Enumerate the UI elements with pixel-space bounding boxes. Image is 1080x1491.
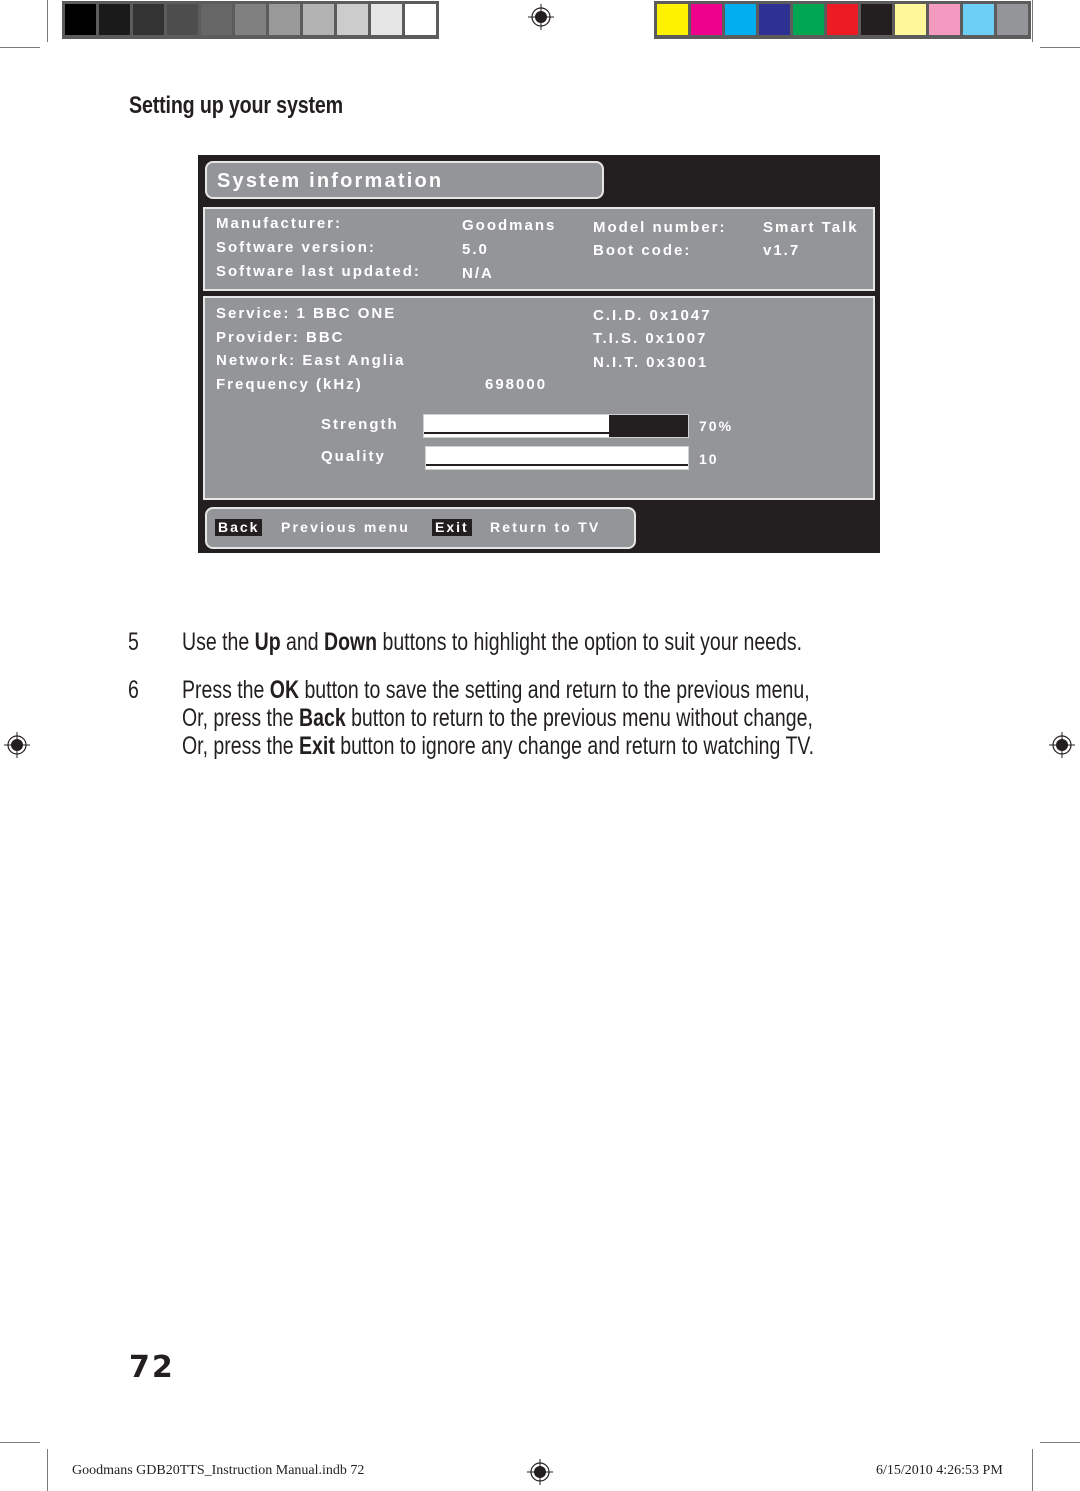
software-version-label: Software version: xyxy=(216,239,376,256)
crop-mark xyxy=(1040,47,1080,48)
button-name: Back xyxy=(299,704,346,732)
color-swatch xyxy=(268,3,301,36)
color-swatch xyxy=(792,3,825,36)
color-swatch xyxy=(962,3,995,36)
color-swatch xyxy=(64,3,97,36)
screen-footer: Back Previous menu Exit Return to TV xyxy=(205,507,636,549)
quality-meter xyxy=(425,446,689,470)
step-text: buttons to highlight the option to suit … xyxy=(377,628,803,656)
back-key: Back xyxy=(215,519,263,536)
step-text-line: Press the OK button to save the setting … xyxy=(182,676,810,705)
registration-mark-icon xyxy=(528,4,554,30)
button-name: Exit xyxy=(299,732,335,760)
slug-file-name: Goodmans GDB20TTS_Instruction Manual.ind… xyxy=(72,1463,365,1478)
color-swatch xyxy=(860,3,893,36)
color-swatch xyxy=(370,3,403,36)
step-text-line: Or, press the Back button to return to t… xyxy=(182,704,813,733)
registration-mark-icon xyxy=(527,1459,553,1485)
software-updated-value: N/A xyxy=(462,265,494,282)
color-swatch xyxy=(826,3,859,36)
network-text: Network: East Anglia xyxy=(216,352,406,369)
strength-value: 70% xyxy=(699,418,734,434)
software-updated-label: Software last updated: xyxy=(216,263,421,280)
strength-meter-baseline xyxy=(424,432,688,434)
registration-mark-icon xyxy=(4,732,30,758)
step-text: button to return to the previous menu wi… xyxy=(345,704,813,732)
registration-mark-icon xyxy=(1049,732,1075,758)
exit-key-description: Return to TV xyxy=(490,519,601,535)
model-number-label: Model number: xyxy=(593,219,727,236)
screen-title: System information xyxy=(217,170,444,192)
button-name: Down xyxy=(323,628,378,656)
manufacturer-label: Manufacturer: xyxy=(216,215,343,232)
crop-mark xyxy=(1032,0,1033,42)
color-swatch xyxy=(302,3,335,36)
crop-mark xyxy=(47,1449,48,1491)
color-swatch xyxy=(166,3,199,36)
color-swatch xyxy=(234,3,267,36)
grayscale-calibration-bar xyxy=(62,1,439,39)
exit-key: Exit xyxy=(432,519,472,536)
color-swatch xyxy=(996,3,1029,36)
back-key-description: Previous menu xyxy=(281,519,410,535)
boot-code-value: v1.7 xyxy=(763,242,801,259)
page-number: 72 xyxy=(129,1350,175,1385)
step-number: 5 xyxy=(128,628,139,656)
crop-mark xyxy=(1040,1442,1080,1443)
color-calibration-bar xyxy=(654,1,1031,39)
color-swatch xyxy=(724,3,757,36)
system-information-screen: System information Manufacturer: Goodman… xyxy=(198,155,880,553)
step-text: and xyxy=(280,628,324,656)
color-swatch xyxy=(98,3,131,36)
service-info-panel: Service: 1 BBC ONE Provider: BBC Network… xyxy=(203,296,875,500)
step-text: Press the xyxy=(182,676,270,704)
step-text: button to ignore any change and return t… xyxy=(334,732,814,760)
section-heading: Setting up your system xyxy=(129,92,344,119)
button-name: OK xyxy=(269,676,300,704)
step-text-line: Or, press the Exit button to ignore any … xyxy=(182,732,814,761)
strength-label: Strength xyxy=(321,416,399,433)
step-text: Or, press the xyxy=(182,732,300,760)
color-swatch xyxy=(336,3,369,36)
step-text: button to save the setting and return to… xyxy=(299,676,810,704)
quality-value: 10 xyxy=(699,451,719,467)
quality-label: Quality xyxy=(321,448,386,465)
color-swatch xyxy=(690,3,723,36)
device-info-panel: Manufacturer: Goodmans Software version:… xyxy=(203,207,875,291)
crop-mark xyxy=(1032,1449,1033,1491)
step-text-line: Use the Up and Down buttons to highlight… xyxy=(182,628,802,657)
color-swatch xyxy=(132,3,165,36)
manufacturer-value: Goodmans xyxy=(462,217,557,234)
button-name: Up xyxy=(254,628,281,656)
provider-text: Provider: BBC xyxy=(216,329,345,346)
screen-title-box: System information xyxy=(205,161,604,199)
cid-text: C.I.D. 0x1047 xyxy=(593,307,712,324)
model-number-value: Smart Talk xyxy=(763,219,859,236)
frequency-label: Frequency (kHz) xyxy=(216,376,363,393)
slug-timestamp: 6/15/2010 4:26:53 PM xyxy=(876,1463,1003,1478)
quality-meter-baseline xyxy=(426,464,688,466)
step-number: 6 xyxy=(128,676,139,704)
color-swatch xyxy=(758,3,791,36)
crop-mark xyxy=(0,1442,40,1443)
frequency-value: 698000 xyxy=(485,376,548,393)
color-swatch xyxy=(656,3,689,36)
service-text: Service: 1 BBC ONE xyxy=(216,305,397,322)
color-swatch xyxy=(404,3,437,36)
color-swatch xyxy=(928,3,961,36)
color-swatch xyxy=(894,3,927,36)
tis-text: T.I.S. 0x1007 xyxy=(593,330,708,347)
step-text: Use the xyxy=(182,628,255,656)
crop-mark xyxy=(0,47,40,48)
software-version-value: 5.0 xyxy=(462,241,489,258)
strength-meter xyxy=(423,414,689,438)
nit-text: N.I.T. 0x3001 xyxy=(593,354,709,371)
crop-mark xyxy=(47,0,48,42)
color-swatch xyxy=(200,3,233,36)
step-text: Or, press the xyxy=(182,704,300,732)
boot-code-label: Boot code: xyxy=(593,242,692,259)
